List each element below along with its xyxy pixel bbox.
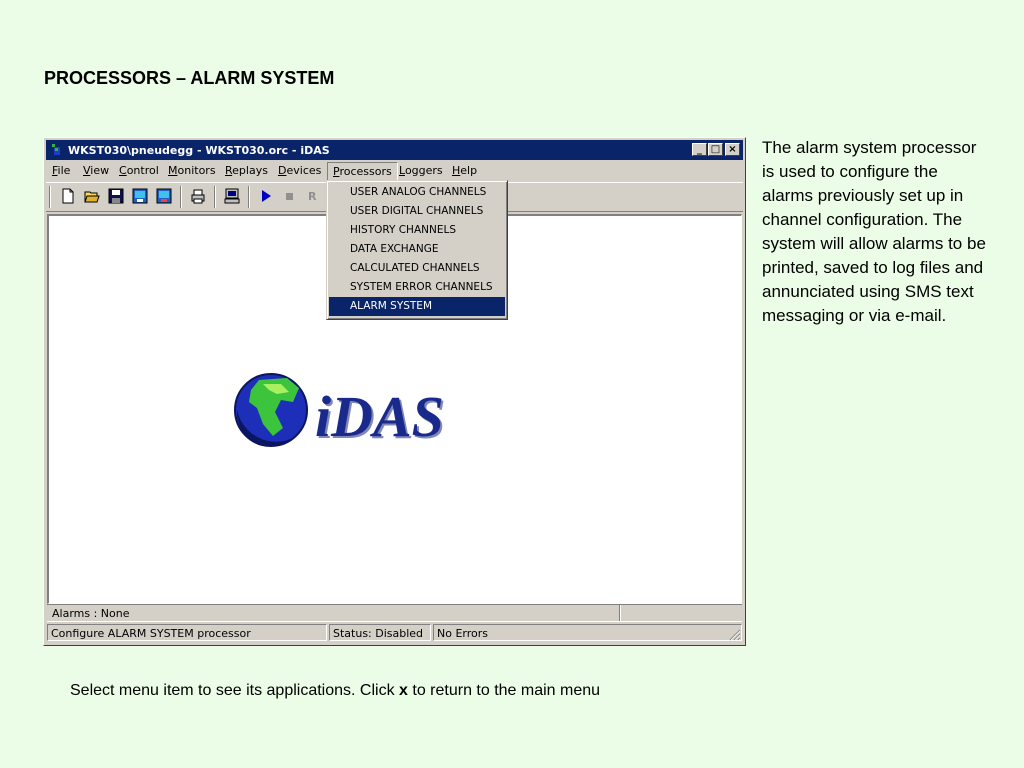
menu-monitors[interactable]: Monitors <box>168 164 216 177</box>
minimize-button[interactable]: _ <box>692 143 707 156</box>
monitor-out-icon[interactable] <box>156 188 172 204</box>
menu-item-alarm-system[interactable]: ALARM SYSTEM <box>329 297 505 316</box>
toolbar-grip <box>49 186 51 208</box>
logo-text: iDAS <box>315 384 444 449</box>
menu-item-user-analog-channels[interactable]: USER ANALOG CHANNELS <box>329 183 505 202</box>
window-title: WKST030\pneudegg - WKST030.orc - iDAS <box>68 144 330 157</box>
footer-instructions: Select menu item to see its applications… <box>70 682 600 700</box>
menu-loggers[interactable]: Loggers <box>399 164 443 177</box>
menu-item-data-exchange[interactable]: DATA EXCHANGE <box>329 240 505 259</box>
close-button[interactable]: × <box>725 143 740 156</box>
menu-item-user-digital-channels[interactable]: USER DIGITAL CHANNELS <box>329 202 505 221</box>
slide-title: PROCESSORS – ALARM SYSTEM <box>44 68 335 88</box>
menu-item-system-error-channels[interactable]: SYSTEM ERROR CHANNELS <box>329 278 505 297</box>
computer-icon[interactable] <box>224 188 240 204</box>
footer-close-key: x <box>399 682 408 699</box>
print-icon[interactable] <box>190 188 206 204</box>
record-icon[interactable]: R <box>308 190 324 206</box>
menu-file[interactable]: File <box>52 164 70 177</box>
description-text: The alarm system processor is used to co… <box>762 138 986 325</box>
menu-devices[interactable]: Devices <box>278 164 321 177</box>
menu-processors[interactable]: Processors <box>327 162 398 182</box>
status-errors: No Errors <box>433 624 742 641</box>
toolbar-separator <box>248 186 250 208</box>
new-icon[interactable] <box>60 188 76 204</box>
footer-text-end: to return to the main menu <box>407 682 601 699</box>
processors-dropdown: USER ANALOG CHANNELS USER DIGITAL CHANNE… <box>326 180 508 320</box>
menu-item-history-channels[interactable]: HISTORY CHANNELS <box>329 221 505 240</box>
menu-control[interactable]: Control <box>119 164 159 177</box>
menu-help[interactable]: Help <box>452 164 477 177</box>
statusbar: Configure ALARM SYSTEM processor Status:… <box>47 624 742 642</box>
status-message: Configure ALARM SYSTEM processor <box>47 624 327 641</box>
footer-text-start: Select menu item to see its applications… <box>70 682 400 699</box>
resize-grip-icon[interactable] <box>729 629 741 641</box>
toolbar-separator <box>214 186 216 208</box>
status-state: Status: Disabled <box>329 624 431 641</box>
alarm-status: Alarms : None <box>52 607 130 620</box>
menu-view[interactable]: View <box>83 164 109 177</box>
maximize-button[interactable]: □ <box>708 143 723 156</box>
app-icon <box>52 144 60 155</box>
save-icon[interactable] <box>108 188 124 204</box>
menu-replays[interactable]: Replays <box>225 164 268 177</box>
open-icon[interactable] <box>84 188 100 204</box>
alarm-bar: Alarms : None <box>47 604 742 622</box>
idas-logo: iDAS iDAS <box>234 373 446 451</box>
menu-item-calculated-channels[interactable]: CALCULATED CHANNELS <box>329 259 505 278</box>
monitor-in-icon[interactable] <box>132 188 148 204</box>
alarm-divider <box>619 605 621 621</box>
window-titlebar[interactable]: WKST030\pneudegg - WKST030.orc - iDAS _ … <box>46 140 743 160</box>
play-icon[interactable] <box>258 188 274 204</box>
stop-icon[interactable] <box>282 188 298 204</box>
toolbar-separator <box>180 186 182 208</box>
menubar: File View Control Monitors Replays Devic… <box>46 161 743 182</box>
